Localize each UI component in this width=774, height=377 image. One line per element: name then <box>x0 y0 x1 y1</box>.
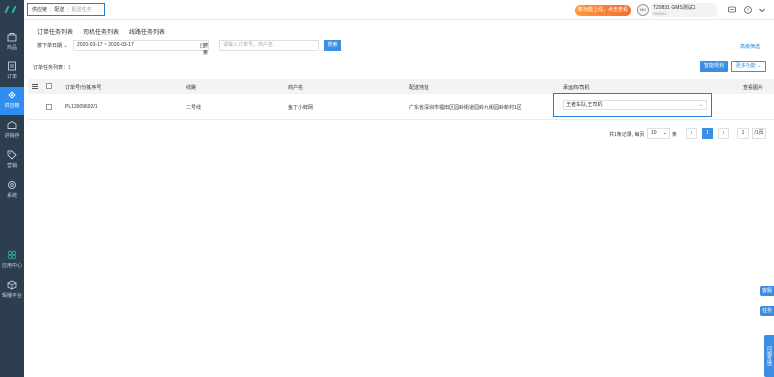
sidebar-item-goods[interactable]: 商品 <box>0 29 24 57</box>
page-number[interactable]: 1 <box>702 128 713 139</box>
breadcrumb-item-current: 配送任务 <box>71 7 92 13</box>
search-label: 搜索 <box>203 43 209 56</box>
page-size-unit: 条 <box>672 132 678 138</box>
avatar[interactable]: MV <box>637 4 649 16</box>
list-title-label: 订单任务列表： <box>33 65 69 71</box>
search-button[interactable]: 搜索 <box>324 40 341 51</box>
column-menu-icon[interactable] <box>32 84 38 89</box>
tag-icon <box>7 150 17 160</box>
user-menu[interactable]: T29831 GMS测试1 GMS01 <box>651 3 717 17</box>
tab-bar: 订单任务列表 司机任务列表 线路任务列表 <box>37 27 165 36</box>
feedback-button[interactable]: 问题反馈 <box>764 335 774 377</box>
order-icon <box>8 61 16 71</box>
chevron-down-icon: ⌄ <box>662 130 667 136</box>
inventory-icon <box>7 120 17 129</box>
tab-route-tasks[interactable]: 线路任务列表 <box>129 27 165 36</box>
date-range-value: 2020-03-17 ~ 2020-03-17 <box>77 42 134 48</box>
merchant: 鱼丁小鲜网 <box>288 105 314 111</box>
prev-page-button[interactable]: ‹ <box>686 128 697 139</box>
user-subtitle: GMS01 <box>653 11 667 16</box>
sidebar-item-label: 应用中心 <box>1 263 22 269</box>
route: 二号线 <box>186 105 202 111</box>
col-carrier: 承运商/司机 <box>563 85 590 91</box>
sidebar: 商品 订单 供应链 进销存 营销 系统 应用中心 辑播平台 <box>0 0 24 377</box>
carrier-select[interactable]: 王者车队,王司机 ⌄ <box>563 100 707 110</box>
breadcrumb-item[interactable]: 配送 <box>54 6 64 13</box>
sidebar-item-label: 进销存 <box>4 133 20 139</box>
date-type-label: 按下单日期 <box>37 43 63 49</box>
sidebar-item-label: 商品 <box>6 45 17 51</box>
jump-page-button[interactable]: /1页 <box>752 128 766 139</box>
apps-icon <box>7 250 17 260</box>
search-input[interactable]: 请输入订单号，商户名 <box>219 40 319 51</box>
order-no[interactable]: PL13909692/1 <box>65 104 98 110</box>
sidebar-item-platform[interactable]: 辑播平台 <box>0 277 24 305</box>
table-header: 订单号/分拣序号 线路 商户名 配送地址 承运商/司机 查看图片 <box>28 79 774 94</box>
col-images: 查看图片 <box>743 85 764 91</box>
logo-icon <box>4 6 20 14</box>
promo-button[interactable]: 新功能上线，点击查看 <box>575 5 631 16</box>
user-name: T29831 GMS测试1 <box>653 5 696 11</box>
breadcrumb-separator: | <box>67 6 69 13</box>
sidebar-item-label: 供应链 <box>4 103 20 109</box>
next-page-button[interactable]: › <box>718 128 729 139</box>
table-row[interactable]: PL13909692/1 二号线 鱼丁小鲜网 广东省深圳市福田区园岭街道园岭九街… <box>28 93 774 120</box>
more-functions-label: 更多功能 <box>735 63 756 69</box>
jump-page-input[interactable]: 1 <box>737 128 749 139</box>
carrier-cell: 王者车队,王司机 ⌄ <box>553 93 712 117</box>
advanced-filter-link[interactable]: 高级筛选 <box>740 43 760 50</box>
sidebar-item-inventory[interactable]: 进销存 <box>0 117 24 145</box>
sidebar-item-system[interactable]: 系统 <box>0 177 24 205</box>
col-address: 配送地址 <box>409 85 430 91</box>
chevron-down-icon[interactable] <box>758 6 766 14</box>
sidebar-item-supply-chain[interactable]: 供应链 <box>0 87 24 115</box>
smart-plan-button[interactable]: 智能规划 <box>700 61 728 72</box>
date-range-input[interactable]: 2020-03-17 ~ 2020-03-17 <box>73 40 209 51</box>
top-bar: 供应链 | 配送 | 配送任务 新功能上线，点击查看 MV T29831 GMS… <box>24 0 774 20</box>
svg-text:?: ? <box>747 8 750 13</box>
help-icon[interactable]: ? <box>744 6 752 14</box>
carrier-value: 王者车队,王司机 <box>566 102 603 108</box>
sidebar-item-label: 辑播平台 <box>1 293 22 299</box>
sidebar-item-app-center[interactable]: 应用中心 <box>0 247 24 275</box>
select-all-checkbox[interactable] <box>46 83 52 89</box>
supply-chain-icon <box>8 91 16 99</box>
sidebar-item-label: 营销 <box>6 163 17 169</box>
sidebar-item-label: 订单 <box>6 74 17 80</box>
cube-icon <box>7 280 17 290</box>
sidebar-item-marketing[interactable]: 营销 <box>0 147 24 175</box>
task-button[interactable]: 任务 <box>760 306 774 316</box>
breadcrumb-separator: | <box>50 6 52 13</box>
breadcrumb: 供应链 | 配送 | 配送任务 <box>27 3 105 16</box>
message-icon[interactable] <box>728 6 736 14</box>
breadcrumb-item[interactable]: 供应链 <box>32 6 47 13</box>
col-merchant: 商户名 <box>288 85 304 91</box>
more-functions-button[interactable]: 更多功能 ⌄ <box>731 61 766 72</box>
date-type-select[interactable]: 按下单日期 ⌄ <box>37 42 68 49</box>
page-size-value: 10 <box>651 130 657 136</box>
list-title: 订单任务列表：1 <box>33 64 71 71</box>
gear-icon <box>8 181 16 189</box>
address: 广东省深圳市福田区园岭街道园岭九街园岭新村1区 <box>409 105 522 111</box>
sidebar-item-orders[interactable]: 订单 <box>0 58 24 86</box>
row-checkbox[interactable] <box>46 104 52 110</box>
tab-driver-tasks[interactable]: 司机任务列表 <box>83 27 119 36</box>
pagination-total: 共1条记录, 每页 <box>609 132 645 138</box>
col-route: 线路 <box>186 85 197 91</box>
col-order-no: 订单号/分拣序号 <box>65 85 102 91</box>
goods-icon <box>7 33 17 42</box>
list-count: 1 <box>68 65 71 71</box>
tab-order-tasks[interactable]: 订单任务列表 <box>37 27 73 36</box>
page-size-select[interactable]: 10 ⌄ <box>647 128 670 139</box>
chevron-down-icon: ⌄ <box>698 102 703 108</box>
customer-service-button[interactable]: 客服 <box>760 286 774 296</box>
sidebar-item-label: 系统 <box>6 193 17 199</box>
